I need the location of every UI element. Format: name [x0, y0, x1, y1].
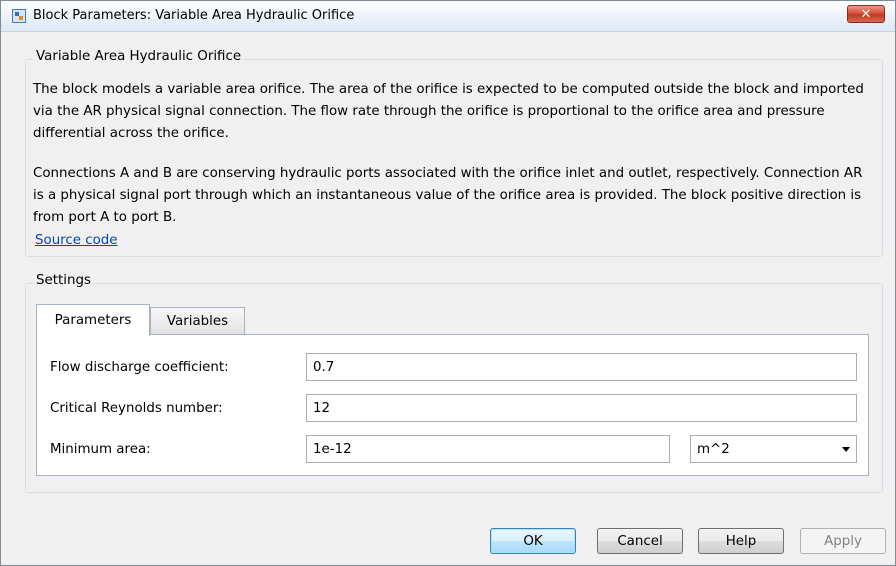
critical-reynolds-input[interactable]: 12: [306, 394, 857, 422]
minimum-area-unit-select[interactable]: m^2: [690, 435, 857, 463]
ok-button-label: OK: [523, 533, 543, 549]
minimum-area-value: 1e-12: [313, 441, 352, 457]
title-bar[interactable]: Block Parameters: Variable Area Hydrauli…: [1, 1, 895, 32]
close-icon: ✕: [860, 6, 872, 22]
ok-button[interactable]: OK: [490, 528, 576, 554]
block-parameters-icon: [12, 9, 26, 23]
critical-reynolds-value: 12: [313, 400, 331, 416]
settings-group-title: Settings: [33, 273, 94, 288]
window-title: Block Parameters: Variable Area Hydrauli…: [33, 8, 355, 23]
dialog-window: Block Parameters: Variable Area Hydrauli…: [0, 0, 896, 566]
minimum-area-input[interactable]: 1e-12: [306, 435, 670, 463]
tab-variables-label: Variables: [166, 314, 229, 329]
chevron-down-icon: [842, 447, 850, 452]
flow-discharge-input[interactable]: 0.7: [306, 353, 857, 381]
flow-discharge-value: 0.7: [313, 359, 335, 375]
help-button-label: Help: [725, 533, 757, 549]
flow-discharge-label: Flow discharge coefficient:: [50, 360, 229, 375]
tab-variables[interactable]: Variables: [150, 307, 245, 335]
critical-reynolds-label: Critical Reynolds number:: [50, 401, 223, 416]
description-group-title: Variable Area Hydraulic Orifice: [33, 49, 245, 64]
minimum-area-label: Minimum area:: [50, 442, 151, 457]
tab-parameters-label: Parameters: [54, 313, 132, 328]
help-button[interactable]: Help: [698, 528, 784, 554]
minimum-area-unit-value: m^2: [697, 441, 730, 457]
apply-button[interactable]: Apply: [800, 528, 886, 554]
cancel-button-label: Cancel: [617, 533, 663, 549]
close-button[interactable]: ✕: [847, 5, 885, 23]
apply-button-label: Apply: [824, 533, 862, 549]
cancel-button[interactable]: Cancel: [597, 528, 683, 554]
tab-parameters[interactable]: Parameters: [36, 304, 150, 336]
description-paragraph-2: Connections A and B are conserving hydra…: [33, 166, 863, 225]
source-code-link[interactable]: Source code: [35, 233, 118, 248]
description-paragraph-1: The block models a variable area orifice…: [33, 82, 864, 141]
